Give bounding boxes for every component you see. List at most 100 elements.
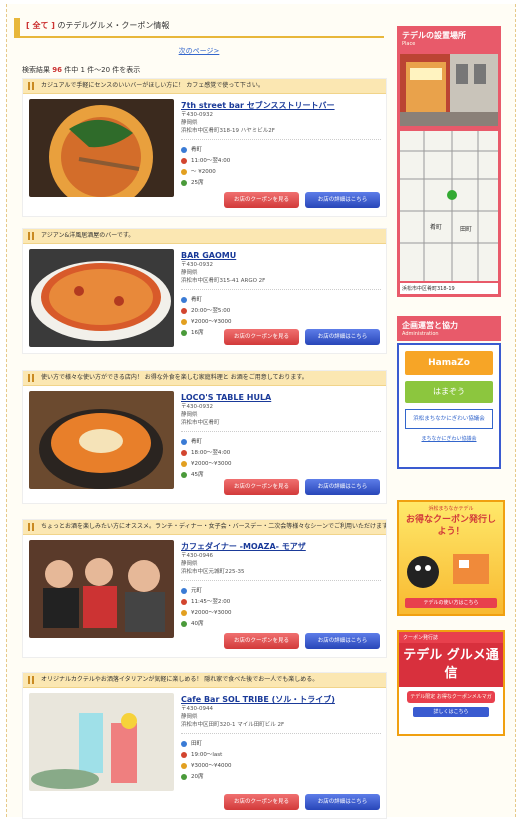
shop-area: 肴町 [191, 438, 203, 445]
shop-area-row: 肴町 [181, 144, 381, 155]
view-coupon-button[interactable]: お店のクーポンを見る [224, 329, 299, 345]
place-body: 肴町 田町 浜松市中区肴町318-19 [397, 51, 501, 297]
shop-zip: 〒430-0932 [181, 112, 213, 118]
view-coupon-button[interactable]: お店のクーポンを見る [224, 794, 299, 810]
shop-price: ¥2000〜¥3000 [191, 609, 232, 616]
shop-hours-row: 19:00〜last [181, 749, 381, 760]
place-title: テデルの設置場所 [402, 31, 466, 40]
shop-area: 肴町 [191, 146, 203, 153]
shop-hours-row: 20:00〜翌5:00 [181, 305, 381, 316]
shop-hours: 20:00〜翌5:00 [191, 307, 231, 314]
shop-address: 浜松市中区田町320-1 マイル田町ビル 2F [181, 722, 285, 728]
coupon-howto-button[interactable]: テデルの使い方はこちら [405, 598, 497, 608]
shop-name-link[interactable]: Cafe Bar SOL TRIBE (ソル・トライブ) [181, 695, 381, 705]
main-column: [ 全て ] のテデルグルメ・クーポン情報 次のページ> 検索結果 96 件中 … [14, 18, 384, 75]
shop-name-link[interactable]: カフェダイナー -MOAZA- モアザ [181, 542, 381, 552]
yen-icon [181, 318, 187, 325]
seat-icon [181, 620, 187, 627]
svg-text:肴町: 肴町 [430, 223, 442, 231]
shop-photo[interactable] [29, 391, 174, 489]
page-title: [ 全て ] のテデルグルメ・クーポン情報 [14, 18, 384, 38]
shop-photo[interactable] [29, 249, 174, 347]
admin-title: 企画運営と協力 [402, 321, 458, 330]
shop-intro: オリジナルカクテルやお洒落イタリアンが気軽に楽しめる！ 隠れ家で食べた後でお一人… [23, 673, 386, 688]
divider [181, 580, 381, 581]
shop-hours: 19:00〜last [191, 751, 223, 758]
council-link[interactable]: まちなかにぎわい協議会 [399, 435, 499, 442]
place-header: テデルの設置場所 Place [397, 26, 501, 51]
shop-price-row: ¥3000〜¥4000 [181, 760, 381, 771]
shop-intro: ちょっとお酒を楽しみたい方にオススメ。ランチ・ディナー・女子会・バースデー・二次… [23, 520, 386, 535]
shop-seats: 16席 [191, 329, 204, 336]
fork-icon [28, 374, 34, 382]
shop-photo[interactable] [29, 540, 174, 638]
shop-card: アジアン&洋風居酒屋のバーです。 BAR GAOMU 〒430-0932 静岡県… [22, 228, 387, 354]
divider [181, 431, 381, 432]
location-pin-icon [181, 740, 187, 747]
shop-area-row: 元町 [181, 585, 381, 596]
yen-icon [181, 460, 187, 467]
hamazo-kanji-banner[interactable]: はまぞう [405, 381, 493, 403]
shop-pref: 静岡県 [181, 412, 198, 418]
shop-info: BAR GAOMU 〒430-0932 静岡県 浜松市中区肴町315-41 AR… [181, 251, 381, 338]
shop-card: ちょっとお酒を楽しみたい方にオススメ。ランチ・ディナー・女子会・バースデー・二次… [22, 519, 387, 658]
location-pin-icon [181, 587, 187, 594]
shop-actions: お店のクーポンを見る お店の詳細はこちら [224, 192, 380, 208]
shop-detail-button[interactable]: お店の詳細はこちら [305, 329, 380, 345]
shop-name-link[interactable]: LOCO'S TABLE HULA [181, 393, 381, 403]
title-text: のテデルグルメ・クーポン情報 [57, 21, 170, 30]
shop-detail-button[interactable]: お店の詳細はこちら [305, 192, 380, 208]
seat-icon [181, 471, 187, 478]
view-coupon-button[interactable]: お店のクーポンを見る [224, 192, 299, 208]
shop-address: 浜松市中区肴町315-41 ARGO 2F [181, 278, 266, 284]
mail-banner-button[interactable]: 詳しくはこちら [413, 707, 489, 717]
shop-area-row: 田町 [181, 738, 381, 749]
shop-actions: お店のクーポンを見る お店の詳細はこちら [224, 794, 380, 810]
map-image[interactable]: 肴町 田町 [400, 131, 498, 281]
clock-icon [181, 307, 187, 314]
view-coupon-button[interactable]: お店のクーポンを見る [224, 479, 299, 495]
shop-actions: お店のクーポンを見る お店の詳細はこちら [224, 479, 380, 495]
hamazo-banner[interactable]: HamaZo [405, 351, 493, 375]
yen-icon [181, 609, 187, 616]
shop-info: カフェダイナー -MOAZA- モアザ 〒430-0946 静岡県 浜松市中区元… [181, 542, 381, 629]
shop-seats: 20席 [191, 773, 204, 780]
results-prefix: 検索結果 [22, 66, 50, 74]
location-pin-icon [181, 438, 187, 445]
storefront-photo [400, 54, 498, 126]
shop-hours-row: 11:45〜翌2:00 [181, 596, 381, 607]
shop-price: ¥2000〜¥3000 [191, 318, 232, 325]
shop-intro-text: 使い方で様々な使い方ができる店内！ お得な外食を楽しむ家庭料理と お酒をご用意し… [41, 374, 308, 381]
shop-seats: 45席 [191, 471, 204, 478]
shop-info: 7th street bar セブンスストリートバー 〒430-0932 静岡県… [181, 101, 381, 188]
shop-price: ¥3000〜¥4000 [191, 762, 232, 769]
shop-pref: 静岡県 [181, 714, 198, 720]
view-coupon-button[interactable]: お店のクーポンを見る [224, 633, 299, 649]
seat-icon [181, 773, 187, 780]
shop-detail-button[interactable]: お店の詳細はこちら [305, 633, 380, 649]
next-page-link[interactable]: 次のページ> [14, 46, 384, 56]
coupon-banner[interactable]: 浜松まちなかテデル お得なクーポン発行しよう！ テデルの使い方はこちら [397, 500, 505, 616]
shop-name-link[interactable]: 7th street bar セブンスストリートバー [181, 101, 381, 111]
shop-seats-row: 25席 [181, 177, 381, 188]
shop-address: 浜松市中区肴町318-19 ハヤミビル2F [181, 128, 275, 134]
results-number: 96 [52, 66, 62, 74]
svg-text:田町: 田町 [460, 226, 472, 233]
admin-header: 企画運営と協力 Administration [397, 316, 501, 341]
shop-seats-row: 20席 [181, 771, 381, 782]
shop-name-link[interactable]: BAR GAOMU [181, 251, 381, 261]
council-banner[interactable]: 浜松まちなかにぎわい協議会 [405, 409, 493, 429]
coupon-banner-top: 浜松まちなかテデル [428, 506, 474, 512]
shop-detail-button[interactable]: お店の詳細はこちら [305, 479, 380, 495]
shop-intro-text: オリジナルカクテルやお洒落イタリアンが気軽に楽しめる！ 隠れ家で食べた後でお一人… [41, 676, 319, 683]
place-subtitle: Place [402, 41, 416, 47]
shop-photo[interactable] [29, 99, 174, 197]
gourmet-mail-banner[interactable]: クーポン発行誌 テデル グルメ通信 テデル限定 お得なクーポンメルマガ 詳しくは… [397, 630, 505, 736]
shop-card: オリジナルカクテルやお洒落イタリアンが気軽に楽しめる！ 隠れ家で食べた後でお一人… [22, 672, 387, 819]
shop-photo[interactable] [29, 693, 174, 791]
shop-seats: 25席 [191, 179, 204, 186]
mail-banner-top: クーポン発行誌 [399, 632, 503, 643]
shop-detail-button[interactable]: お店の詳細はこちら [305, 794, 380, 810]
shop-zip: 〒430-0944 [181, 706, 213, 712]
clock-icon [181, 157, 187, 164]
